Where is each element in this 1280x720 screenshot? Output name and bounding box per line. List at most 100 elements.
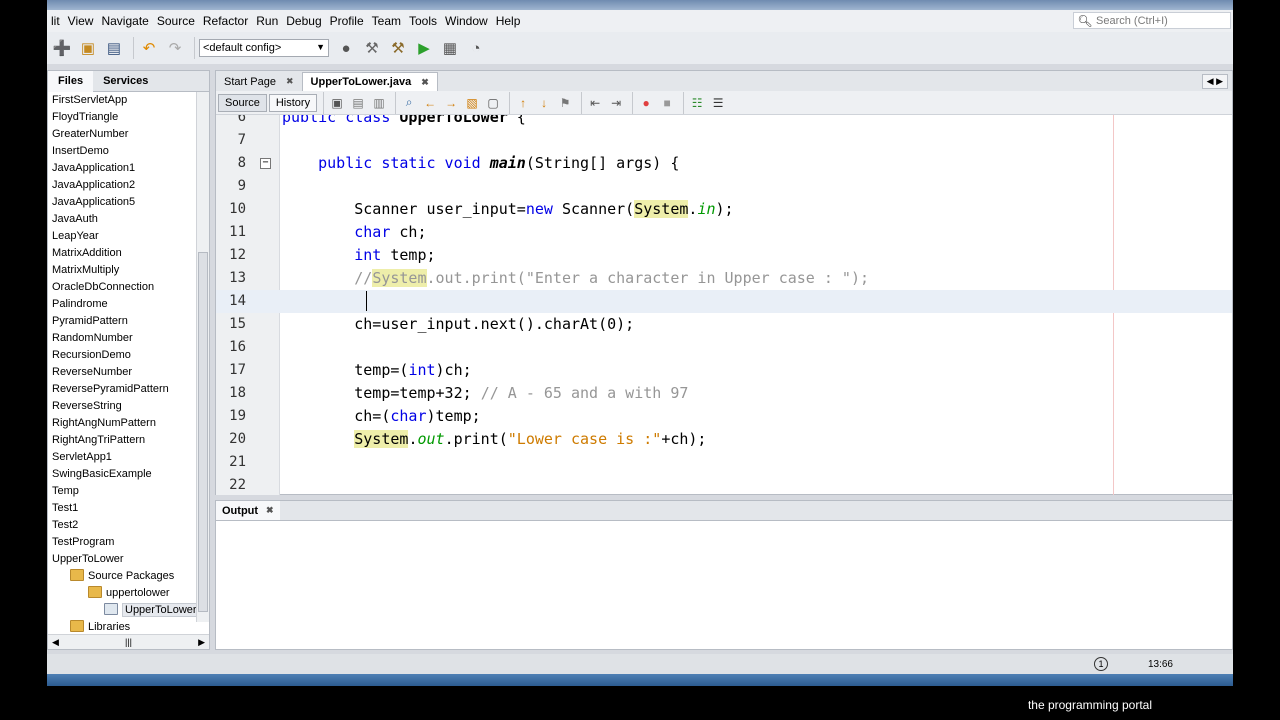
- tree-item[interactable]: UpperToLower.java: [48, 602, 198, 619]
- code-line[interactable]: 12 int temp;: [216, 244, 1232, 267]
- tree-item[interactable]: RandomNumber: [48, 330, 198, 347]
- code-line[interactable]: 15 ch=user_input.next().charAt(0);: [216, 313, 1232, 336]
- last-edit-icon[interactable]: ▣: [328, 94, 346, 112]
- tree-item[interactable]: JavaApplication1: [48, 160, 198, 177]
- next-bookmark-icon[interactable]: ↓: [535, 94, 553, 112]
- tree-item[interactable]: Test1: [48, 500, 198, 517]
- shift-left-icon[interactable]: ⇤: [586, 94, 604, 112]
- profile-icon[interactable]: ◔: [465, 37, 487, 59]
- horizontal-scrollbar[interactable]: ◀ ||| ▶: [48, 634, 209, 649]
- find-previous-icon[interactable]: ←: [421, 94, 439, 112]
- menu-item-lit[interactable]: lit: [47, 14, 64, 28]
- new-project-icon[interactable]: ➕: [51, 37, 73, 59]
- toggle-bookmark-icon[interactable]: ⚑: [556, 94, 574, 112]
- menu-item-team[interactable]: Team: [368, 14, 405, 28]
- prev-bookmark-icon[interactable]: ↑: [514, 94, 532, 112]
- scroll-right-icon[interactable]: ▶: [198, 637, 205, 648]
- build-icon[interactable]: ⚒: [387, 37, 409, 59]
- back-icon[interactable]: ▤: [349, 94, 367, 112]
- scroll-thumb[interactable]: [198, 252, 208, 612]
- code-area[interactable]: 6 public class UpperToLower {7 8 public st…: [216, 115, 1232, 495]
- stop-macro-icon[interactable]: ■: [658, 94, 676, 112]
- tree-item[interactable]: MatrixMultiply: [48, 262, 198, 279]
- tree-item[interactable]: RightAngTriPattern: [48, 432, 198, 449]
- tree-item[interactable]: ReversePyramidPattern: [48, 381, 198, 398]
- save-all-icon[interactable]: ▤: [103, 37, 125, 59]
- tree-item[interactable]: Source Packages: [48, 568, 198, 585]
- close-icon[interactable]: ✖: [266, 505, 274, 516]
- code-line[interactable]: 19 ch=(char)temp;: [216, 405, 1232, 428]
- tree-item[interactable]: SwingBasicExample: [48, 466, 198, 483]
- code-line[interactable]: 11 char ch;: [216, 221, 1232, 244]
- tree-item[interactable]: InsertDemo: [48, 143, 198, 160]
- uncomment-icon[interactable]: ☰: [709, 94, 727, 112]
- undo-icon[interactable]: ↶: [138, 37, 160, 59]
- tab-uppertolower-java[interactable]: UpperToLower.java ✖: [301, 72, 438, 91]
- rect-select-icon[interactable]: ▢: [484, 94, 502, 112]
- code-line[interactable]: 21: [216, 451, 1232, 474]
- code-line[interactable]: 17 temp=(int)ch;: [216, 359, 1232, 382]
- tab-files[interactable]: Files: [48, 70, 94, 92]
- tree-item[interactable]: PyramidPattern: [48, 313, 198, 330]
- tree-item[interactable]: JavaApplication2: [48, 177, 198, 194]
- tree-item[interactable]: FloydTriangle: [48, 109, 198, 126]
- redo-icon[interactable]: ↷: [164, 37, 186, 59]
- code-line[interactable]: 22: [216, 474, 1232, 495]
- history-mode-button[interactable]: History: [268, 93, 318, 112]
- menu-item-refactor[interactable]: Refactor: [199, 14, 252, 28]
- menu-item-profile[interactable]: Profile: [326, 14, 368, 28]
- globe-icon[interactable]: ●: [335, 37, 357, 59]
- close-icon[interactable]: ✖: [286, 76, 294, 87]
- tab-scroll-buttons[interactable]: ◀ ▶: [1201, 74, 1228, 89]
- code-line[interactable]: 14: [216, 290, 1232, 313]
- close-icon[interactable]: ✖: [421, 77, 429, 88]
- tree-item[interactable]: ReverseNumber: [48, 364, 198, 381]
- comment-icon[interactable]: ☷: [688, 94, 706, 112]
- tree-item[interactable]: UpperToLower: [48, 551, 198, 568]
- tree-item[interactable]: TestProgram: [48, 534, 198, 551]
- tab-services[interactable]: Services: [93, 71, 158, 92]
- tab-start-page[interactable]: Start Page ✖: [216, 72, 302, 91]
- debug-icon[interactable]: ▦: [439, 37, 461, 59]
- tree-item[interactable]: MatrixAddition: [48, 245, 198, 262]
- menu-item-debug[interactable]: Debug: [282, 14, 325, 28]
- tree-item[interactable]: Test2: [48, 517, 198, 534]
- tree-item[interactable]: uppertolower: [48, 585, 198, 602]
- start-macro-icon[interactable]: ●: [637, 94, 655, 112]
- menu-item-navigate[interactable]: Navigate: [97, 14, 152, 28]
- forward-icon[interactable]: ▥: [370, 94, 388, 112]
- tree-item[interactable]: OracleDbConnection: [48, 279, 198, 296]
- tab-output[interactable]: Output ✖: [216, 501, 280, 520]
- tree-item[interactable]: FirstServletApp: [48, 92, 198, 109]
- tree-item[interactable]: ServletApp1: [48, 449, 198, 466]
- search-box[interactable]: 🔍︎ Search (Ctrl+I): [1073, 12, 1231, 29]
- tree-item[interactable]: Libraries: [48, 619, 198, 632]
- open-project-icon[interactable]: ▣: [77, 37, 99, 59]
- tree-item[interactable]: RightAngNumPattern: [48, 415, 198, 432]
- tree-item[interactable]: GreaterNumber: [48, 126, 198, 143]
- tree-item[interactable]: Palindrome: [48, 296, 198, 313]
- config-select[interactable]: <default config> ▼: [199, 39, 329, 57]
- find-icon[interactable]: ⌕: [400, 94, 418, 112]
- code-line[interactable]: 18 temp=temp+32; // A - 65 and a with 97: [216, 382, 1232, 405]
- notification-icon[interactable]: 1: [1093, 657, 1108, 671]
- menu-item-view[interactable]: View: [64, 14, 98, 28]
- fold-toggle-icon[interactable]: −: [260, 158, 271, 169]
- code-line[interactable]: 9: [216, 175, 1232, 198]
- clean-build-icon[interactable]: ⚒: [361, 37, 383, 59]
- code-line[interactable]: 20 System.out.print("Lower case is :"+ch…: [216, 428, 1232, 451]
- code-line[interactable]: 10 Scanner user_input=new Scanner(System…: [216, 198, 1232, 221]
- find-next-icon[interactable]: →: [442, 94, 460, 112]
- menu-item-run[interactable]: Run: [252, 14, 282, 28]
- code-line[interactable]: 6 public class UpperToLower {: [216, 115, 1232, 129]
- menu-item-tools[interactable]: Tools: [405, 14, 441, 28]
- code-line[interactable]: 13 //System.out.print("Enter a character…: [216, 267, 1232, 290]
- toggle-highlight-icon[interactable]: ▧: [463, 94, 481, 112]
- code-line[interactable]: 7: [216, 129, 1232, 152]
- shift-right-icon[interactable]: ⇥: [607, 94, 625, 112]
- menu-item-help[interactable]: Help: [492, 14, 525, 28]
- scroll-left-icon[interactable]: ◀: [52, 637, 59, 648]
- menu-item-source[interactable]: Source: [153, 14, 199, 28]
- source-mode-button[interactable]: Source: [218, 93, 267, 112]
- vertical-scrollbar[interactable]: [196, 92, 209, 622]
